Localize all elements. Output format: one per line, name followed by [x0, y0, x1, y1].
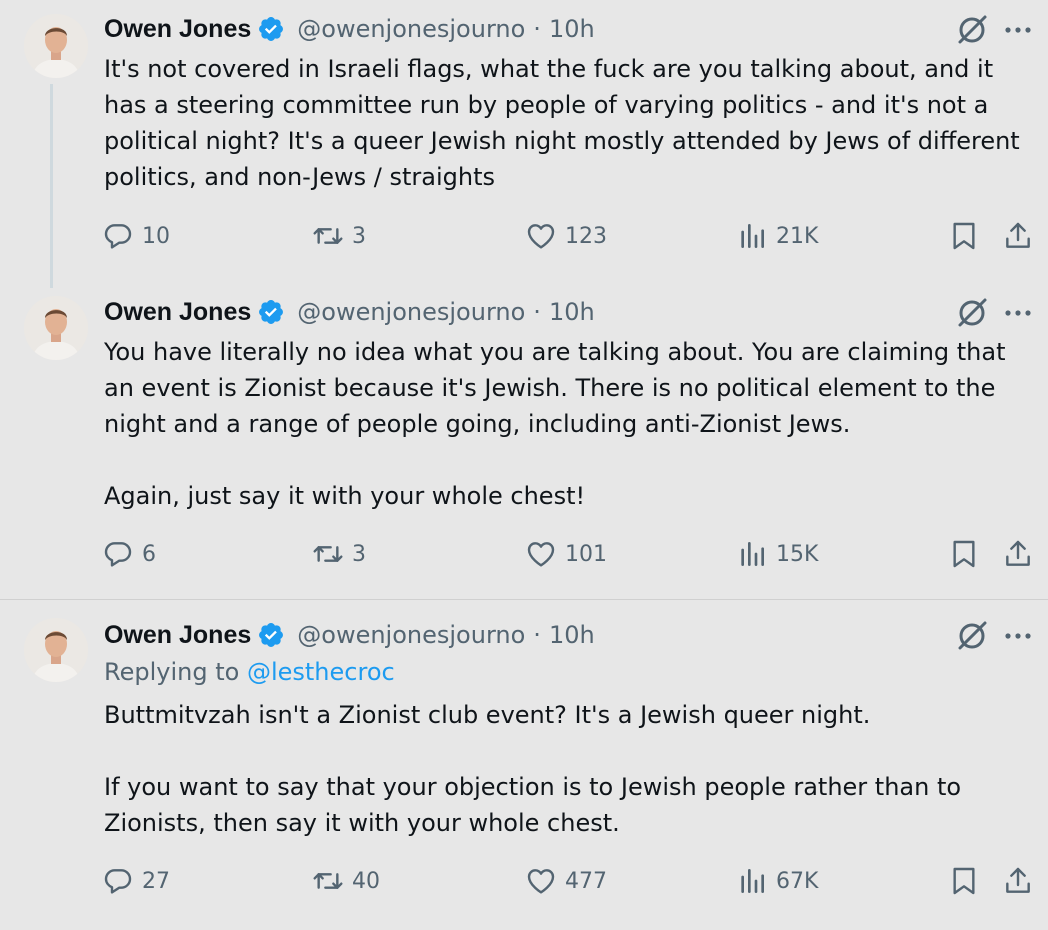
action-bar: 6 3 101 15K — [102, 534, 1042, 574]
reply-icon — [104, 224, 132, 249]
verified-badge-icon — [257, 15, 285, 43]
repost-button[interactable]: 3 — [312, 216, 366, 256]
tweet-top-actions — [952, 618, 1034, 652]
like-button[interactable]: 477 — [525, 861, 607, 901]
timestamp[interactable]: 10h — [549, 298, 595, 326]
more-icon[interactable] — [1002, 618, 1034, 652]
view-count: 67K — [776, 868, 819, 894]
timestamp[interactable]: 10h — [549, 15, 595, 43]
bookmark-button[interactable] — [948, 861, 980, 901]
share-button[interactable] — [1002, 861, 1034, 901]
tweet-paragraph: If you want to say that your objection i… — [104, 773, 962, 837]
avatar[interactable] — [24, 296, 88, 360]
more-icon[interactable] — [1002, 295, 1034, 329]
tweet-header: Owen Jones @owenjonesjourno · 10h — [104, 12, 595, 46]
grok-icon[interactable] — [952, 295, 992, 329]
more-icon[interactable] — [1002, 12, 1034, 46]
share-button[interactable] — [1002, 216, 1034, 256]
tweet-text: Buttmitvzah isn't a Zionist club event? … — [104, 697, 1024, 841]
like-count: 477 — [565, 868, 607, 894]
reply-count: 10 — [142, 223, 170, 249]
tweet-paragraph: Buttmitvzah isn't a Zionist club event? … — [104, 701, 871, 729]
view-count: 15K — [776, 541, 819, 567]
reply-button[interactable]: 10 — [102, 216, 170, 256]
reply-button[interactable]: 27 — [102, 861, 170, 901]
tweet-top-actions — [952, 12, 1034, 46]
reply-icon — [104, 869, 132, 894]
share-icon — [1006, 222, 1030, 248]
grok-icon[interactable] — [952, 618, 992, 652]
heart-icon — [527, 869, 555, 894]
share-icon — [1006, 540, 1030, 566]
repost-count: 3 — [352, 223, 366, 249]
views-button[interactable]: 21K — [736, 216, 818, 256]
tweet-paragraph: You have literally no idea what you are … — [104, 338, 1006, 438]
repost-count: 3 — [352, 541, 366, 567]
bookmark-icon — [953, 222, 975, 250]
heart-icon — [527, 224, 555, 249]
tweet-2[interactable]: Owen Jones @owenjonesjourno · 10h You ha… — [0, 282, 1048, 599]
tweet-text: It's not covered in Israeli flags, what … — [104, 51, 1024, 195]
repost-icon — [313, 546, 343, 562]
repost-button[interactable]: 3 — [312, 534, 366, 574]
like-button[interactable]: 123 — [525, 216, 607, 256]
replying-to: Replying to @lesthecroc — [104, 658, 395, 686]
grok-icon[interactable] — [952, 12, 992, 46]
tweet-paragraph: Again, just say it with your whole chest… — [104, 482, 586, 510]
action-bar: 10 3 123 21K — [102, 216, 1042, 256]
heart-icon — [527, 542, 555, 567]
like-button[interactable]: 101 — [525, 534, 607, 574]
tweet-text: You have literally no idea what you are … — [104, 334, 1024, 514]
separator-dot: · — [533, 298, 541, 326]
verified-badge-icon — [257, 298, 285, 326]
separator-dot: · — [533, 621, 541, 649]
tweet-header: Owen Jones @owenjonesjourno · 10h — [104, 618, 595, 652]
views-button[interactable]: 15K — [736, 534, 818, 574]
view-count: 21K — [776, 223, 819, 249]
bookmark-icon — [953, 540, 975, 568]
views-button[interactable]: 67K — [736, 861, 818, 901]
tweet-top-actions — [952, 295, 1034, 329]
views-icon — [741, 869, 764, 893]
action-bar: 27 40 477 67K — [102, 861, 1042, 901]
bookmark-icon — [953, 867, 975, 895]
like-count: 101 — [565, 541, 607, 567]
tweet-1[interactable]: Owen Jones @owenjonesjourno · 10h It's n… — [0, 0, 1048, 288]
author-handle[interactable]: @owenjonesjourno — [297, 15, 525, 43]
author-handle[interactable]: @owenjonesjourno — [297, 298, 525, 326]
separator-dot: · — [533, 15, 541, 43]
repost-count: 40 — [352, 868, 380, 894]
views-icon — [741, 224, 764, 248]
bookmark-button[interactable] — [948, 534, 980, 574]
mention-link[interactable]: @lesthecroc — [247, 658, 395, 686]
timestamp[interactable]: 10h — [549, 621, 595, 649]
reply-button[interactable]: 6 — [102, 534, 156, 574]
thread-line — [50, 84, 53, 288]
author-name[interactable]: Owen Jones — [104, 15, 251, 44]
avatar[interactable] — [24, 14, 88, 78]
reply-count: 6 — [142, 541, 156, 567]
share-button[interactable] — [1002, 534, 1034, 574]
tweet-header: Owen Jones @owenjonesjourno · 10h — [104, 295, 595, 329]
reply-count: 27 — [142, 868, 170, 894]
reply-icon — [104, 542, 132, 567]
repost-icon — [313, 873, 343, 889]
repost-button[interactable]: 40 — [312, 861, 380, 901]
views-icon — [741, 542, 764, 566]
author-name[interactable]: Owen Jones — [104, 298, 251, 327]
avatar[interactable] — [24, 618, 88, 682]
repost-icon — [313, 228, 343, 244]
author-name[interactable]: Owen Jones — [104, 621, 251, 650]
replying-to-label: Replying to — [104, 658, 240, 686]
tweet-3[interactable]: Owen Jones @owenjonesjourno · 10h Replyi… — [0, 600, 1048, 930]
share-icon — [1006, 867, 1030, 893]
like-count: 123 — [565, 223, 607, 249]
verified-badge-icon — [257, 621, 285, 649]
author-handle[interactable]: @owenjonesjourno — [297, 621, 525, 649]
tweet-paragraph: It's not covered in Israeli flags, what … — [104, 55, 1020, 191]
bookmark-button[interactable] — [948, 216, 980, 256]
